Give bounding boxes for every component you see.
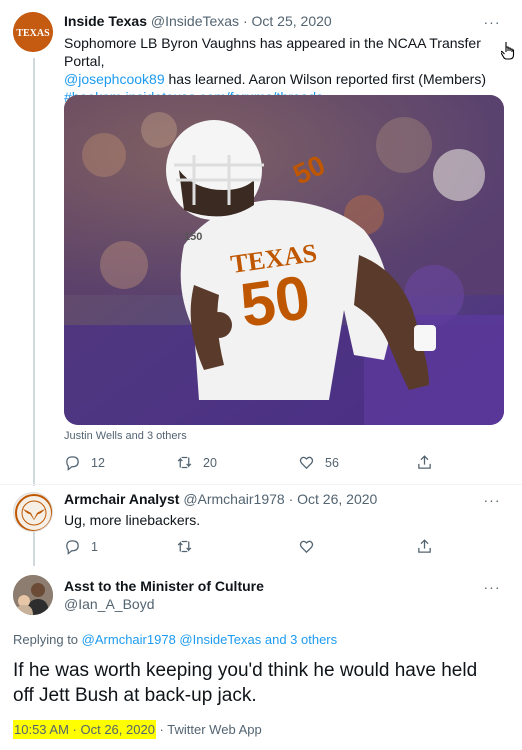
- reply-count: 12: [91, 455, 105, 470]
- header-separator: ·: [242, 13, 248, 29]
- more-options-icon[interactable]: ···: [482, 493, 502, 508]
- reply-button[interactable]: 12: [64, 454, 105, 471]
- author-name[interactable]: Inside Texas: [64, 13, 147, 29]
- tweet-metadata: 10:53 AM · Oct 26, 2020 · Twitter Web Ap…: [13, 720, 262, 739]
- tagged-people[interactable]: Justin Wells and 3 others: [64, 430, 187, 442]
- tweet-header: Armchair Analyst @Armchair1978 · Oct 26,…: [64, 491, 377, 507]
- avatar-ian-boyd[interactable]: [13, 575, 53, 615]
- tweet-header: Inside Texas @InsideTexas · Oct 25, 2020: [64, 13, 332, 29]
- more-options-icon[interactable]: ···: [482, 15, 502, 30]
- reply-icon: [66, 540, 79, 555]
- like-button[interactable]: 56: [298, 454, 339, 471]
- tweet-text: Ug, more linebackers.: [64, 512, 201, 528]
- like-count: 56: [325, 455, 339, 470]
- tweet-date[interactable]: Oct 25, 2020: [252, 13, 332, 29]
- author-name[interactable]: Asst to the Minister of Culture: [64, 578, 264, 594]
- share-button[interactable]: [416, 538, 433, 555]
- logo-text: TEXAS: [16, 28, 50, 39]
- replying-prefix: Replying to: [13, 632, 79, 647]
- football-player-image: TEXAS 50 50 150: [64, 95, 504, 425]
- mention-link[interactable]: @josephcook89: [64, 71, 165, 87]
- author-handle[interactable]: @Ian_A_Boyd: [64, 596, 155, 612]
- texas-logo-icon: TEXAS: [13, 12, 53, 52]
- tweet-source[interactable]: Twitter Web App: [167, 722, 261, 737]
- author-name[interactable]: Armchair Analyst: [64, 491, 179, 507]
- tweet-armchair-analyst[interactable]: Armchair Analyst @Armchair1978 · Oct 26,…: [0, 485, 522, 567]
- retweet-button[interactable]: [176, 538, 193, 555]
- retweet-button[interactable]: 20: [176, 454, 217, 471]
- header-separator: ·: [288, 491, 294, 507]
- replying-to-links[interactable]: @Armchair1978 @InsideTexas and 3 others: [82, 632, 337, 647]
- like-icon: [299, 456, 314, 470]
- profile-photo-icon: [13, 575, 53, 615]
- jersey-number: 50: [236, 263, 314, 341]
- avatar-armchair-analyst[interactable]: [13, 492, 53, 532]
- share-button[interactable]: [416, 454, 433, 471]
- like-icon: [299, 540, 314, 554]
- retweet-icon: [177, 456, 192, 469]
- reply-icon: [66, 456, 79, 471]
- avatar-inside-texas[interactable]: TEXAS: [13, 12, 53, 52]
- like-button[interactable]: [298, 538, 315, 555]
- tweet-date[interactable]: Oct 26, 2020: [297, 491, 377, 507]
- focused-tweet-text-line2: off Jett Bush at back-up jack.: [13, 685, 257, 706]
- tweet-timestamp[interactable]: 10:53 AM · Oct 26, 2020: [13, 720, 156, 739]
- share-icon: [418, 539, 431, 553]
- focused-tweet-text-line1: If he was worth keeping you'd think he w…: [13, 660, 478, 681]
- reply-button[interactable]: 1: [64, 538, 98, 555]
- retweet-icon: [177, 540, 192, 553]
- source-separator: ·: [159, 722, 164, 737]
- longhorn-logo-icon: [15, 494, 52, 531]
- tweet-text-line2: has learned. Aaron Wilson reported first…: [164, 71, 486, 87]
- retweet-count: 20: [203, 455, 217, 470]
- focused-tweet-text: If he was worth keeping you'd think he w…: [13, 658, 513, 708]
- share-icon: [418, 455, 431, 469]
- tweet-inside-texas[interactable]: TEXAS Inside Texas @InsideTexas · Oct 25…: [0, 0, 522, 485]
- tweet-focused[interactable]: Asst to the Minister of Culture @Ian_A_B…: [0, 567, 522, 750]
- author-handle[interactable]: @InsideTexas: [151, 13, 239, 29]
- tweet-photo[interactable]: TEXAS 50 50 150: [64, 95, 504, 425]
- tweet-text-line1: Sophomore LB Byron Vaughns has appeared …: [64, 35, 481, 69]
- replying-to: Replying to @Armchair1978 @InsideTexas a…: [13, 632, 337, 647]
- author-handle[interactable]: @Armchair1978: [183, 491, 284, 507]
- more-options-icon[interactable]: ···: [482, 580, 502, 595]
- reply-count: 1: [91, 539, 98, 554]
- jersey-patch: 150: [184, 231, 202, 243]
